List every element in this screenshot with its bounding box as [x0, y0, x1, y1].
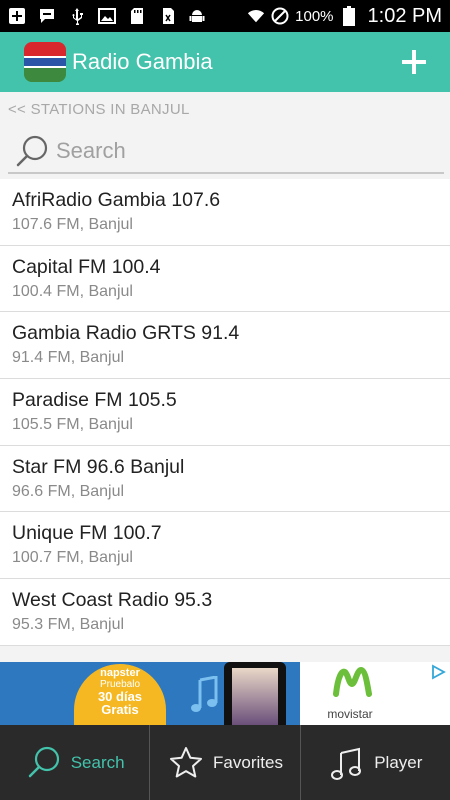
battery-percent: 100% [295, 7, 334, 25]
sim-icon [158, 7, 176, 25]
music-note-icon [190, 675, 220, 721]
search-input[interactable] [56, 138, 416, 164]
list-item[interactable]: AfriRadio Gambia 107.6 107.6 FM, Banjul [0, 179, 450, 246]
station-name: Gambia Radio GRTS 91.4 [12, 322, 240, 345]
list-item[interactable]: Unique FM 100.7 100.7 FM, Banjul [0, 512, 450, 580]
list-item[interactable]: Gambia Radio GRTS 91.4 91.4 FM, Banjul [0, 312, 450, 380]
add-box-icon [8, 7, 26, 25]
add-station-button[interactable] [396, 44, 432, 80]
station-frequency: 91.4 FM, Banjul [12, 349, 125, 367]
back-to-stations-link[interactable]: << STATIONS IN BANJUL [8, 101, 190, 118]
do-not-disturb-icon [271, 7, 289, 25]
tab-search[interactable]: Search [0, 725, 149, 800]
list-item[interactable]: West Coast Radio 95.3 95.3 FM, Banjul [0, 579, 450, 646]
ad-offer-badge: napster Pruebalo 30 días Gratis [74, 664, 166, 725]
image-icon [98, 7, 116, 25]
station-frequency: 105.5 FM, Banjul [12, 416, 133, 434]
list-item[interactable]: Capital FM 100.4 100.4 FM, Banjul [0, 245, 450, 313]
station-name: Star FM 96.6 Banjul [12, 455, 185, 478]
sd-card-icon [128, 7, 146, 25]
plus-icon [402, 50, 426, 74]
search-icon [25, 744, 63, 782]
ad-brand: napster [100, 667, 140, 679]
tab-favorites[interactable]: Favorites [149, 725, 299, 800]
chat-icon [38, 7, 56, 25]
list-item[interactable]: Paradise FM 105.5 105.5 FM, Banjul [0, 379, 450, 446]
clock: 1:02 PM [367, 4, 442, 27]
station-frequency: 95.3 FM, Banjul [12, 616, 125, 634]
list-item[interactable]: Star FM 96.6 Banjul 96.6 FM, Banjul [0, 445, 450, 513]
station-name: Unique FM 100.7 [12, 522, 162, 545]
usb-icon [68, 7, 86, 25]
ad-line: Gratis [101, 702, 139, 717]
ad-banner[interactable]: napster Pruebalo 30 días Gratis movistar [0, 662, 450, 725]
music-note-icon [328, 744, 366, 782]
station-frequency: 100.7 FM, Banjul [12, 549, 133, 567]
tab-label: Player [374, 752, 423, 772]
bottom-nav: Search Favorites Player [0, 725, 450, 800]
station-list: AfriRadio Gambia 107.6 107.6 FM, Banjul … [0, 179, 450, 646]
station-name: AfriRadio Gambia 107.6 [12, 189, 221, 211]
station-name: Capital FM 100.4 [12, 255, 161, 278]
tab-label: Search [70, 752, 125, 772]
movistar-logo-icon [333, 666, 372, 697]
station-name: West Coast Radio 95.3 [12, 589, 213, 612]
ad-advertiser: movistar [300, 662, 400, 725]
gambia-flag-icon [24, 42, 66, 82]
tab-label: Favorites [213, 752, 283, 772]
ad-choices-icon[interactable] [430, 664, 446, 685]
station-frequency: 107.6 FM, Banjul [12, 216, 133, 233]
search-icon [12, 131, 52, 171]
ad-advertiser-name: movistar [327, 707, 373, 721]
app-bar: Radio Gambia [0, 32, 450, 92]
tab-player[interactable]: Player [299, 725, 450, 800]
star-icon [167, 744, 205, 782]
ad-creative[interactable]: napster Pruebalo 30 días Gratis movistar [0, 662, 400, 725]
status-bar: 100% 1:02 PM [0, 0, 450, 32]
battery-icon [340, 6, 358, 26]
android-icon [188, 7, 206, 25]
station-name: Paradise FM 105.5 [12, 389, 177, 412]
ad-phone-image [224, 662, 286, 725]
app-title: Radio Gambia [72, 49, 213, 74]
station-frequency: 96.6 FM, Banjul [12, 482, 125, 500]
search-bar [8, 130, 444, 174]
station-frequency: 100.4 FM, Banjul [12, 282, 133, 300]
wifi-icon [247, 7, 265, 25]
